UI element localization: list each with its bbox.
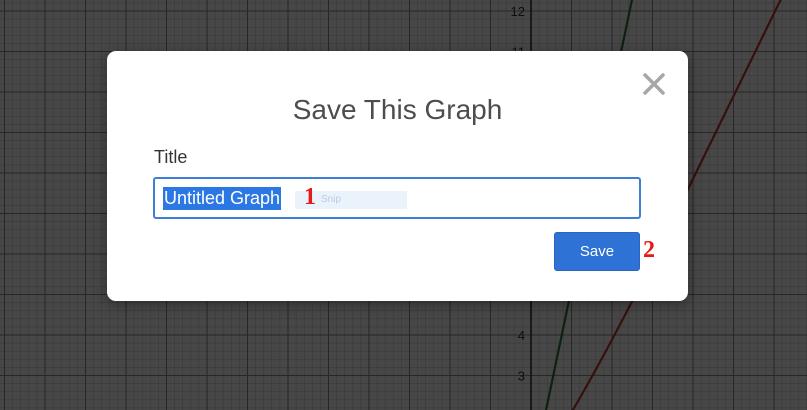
annotation-marker-2: 2 — [643, 237, 655, 263]
title-field-label: Title — [154, 147, 188, 167]
graph-canvas[interactable]: 121143 Save This Graph Title Untitled Gr… — [0, 0, 807, 410]
save-graph-dialog: Save This Graph Title Untitled Graph Sni… — [107, 51, 688, 301]
annotation-marker-1: 1 — [304, 184, 316, 210]
save-button[interactable]: Save — [554, 232, 640, 271]
selected-title-text[interactable]: Untitled Graph — [163, 187, 282, 210]
dialog-title: Save This Graph — [292, 94, 503, 125]
graph-title-input[interactable]: Untitled Graph Snip — [153, 177, 641, 219]
